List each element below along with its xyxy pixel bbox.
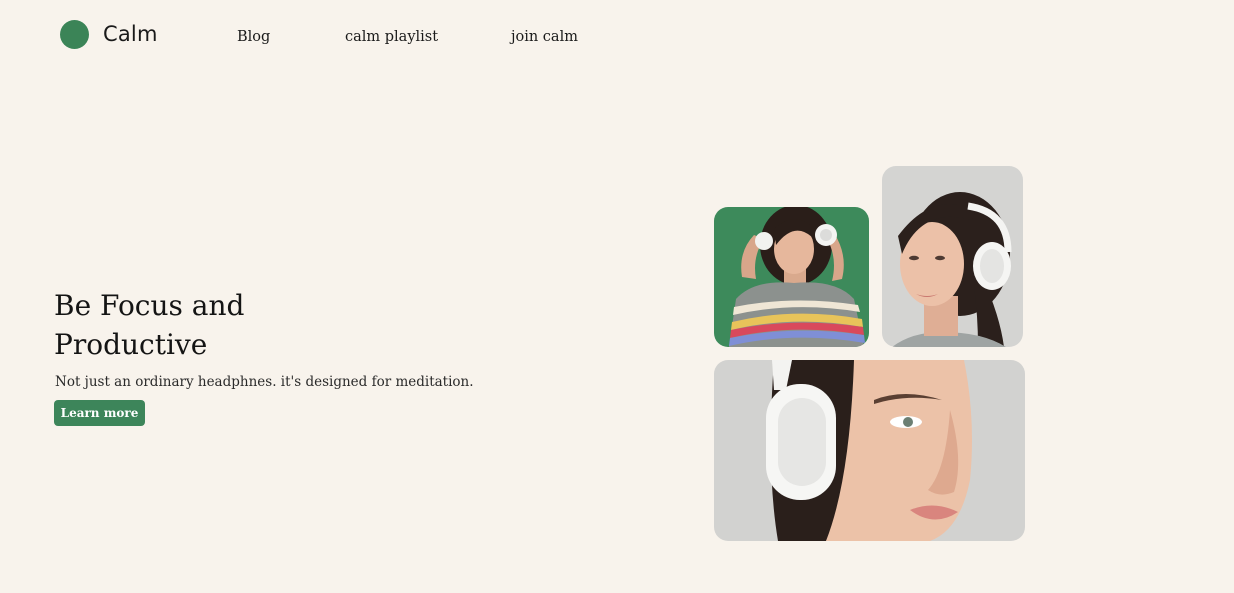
nav-link-blog[interactable]: Blog	[237, 27, 270, 47]
gallery-photo-green	[714, 207, 869, 347]
gallery-photo-profile	[882, 166, 1023, 347]
woman-with-headphones-green-background-photo	[714, 207, 869, 347]
hero-title: Be Focus and Productive	[54, 289, 245, 361]
hero-subtitle: Not just an ordinary headphnes. it's des…	[55, 374, 474, 390]
gallery-photo-closeup	[714, 360, 1025, 541]
woman-headphones-closeup-photo	[714, 360, 1025, 541]
nav-link-join-calm[interactable]: join calm	[511, 27, 578, 47]
nav-link-calm-playlist[interactable]: calm playlist	[345, 27, 438, 47]
logo-icon[interactable]	[60, 20, 89, 49]
brand-name[interactable]: Calm	[103, 20, 158, 48]
woman-wearing-headphones-profile-photo	[882, 166, 1023, 347]
learn-more-button[interactable]: Learn more	[54, 400, 145, 426]
